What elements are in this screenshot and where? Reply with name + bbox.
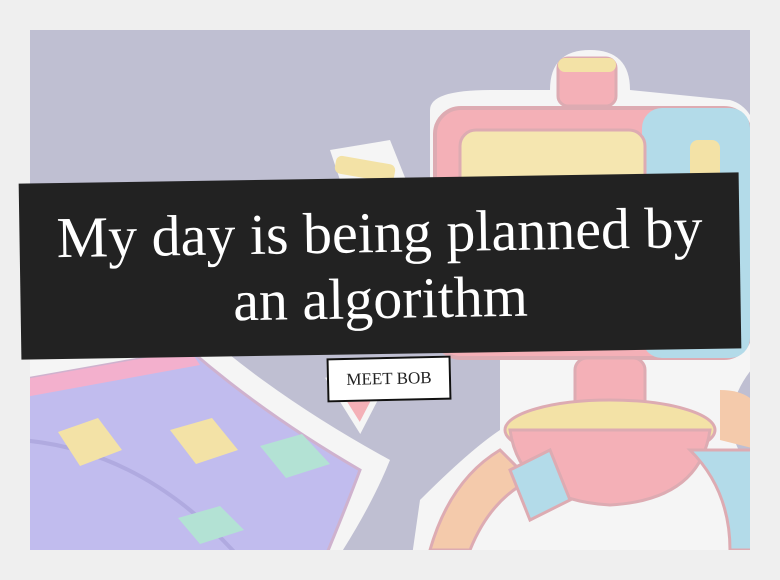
page-title: My day is being planned by an algorithm bbox=[56, 194, 703, 334]
headline-banner: My day is being planned by an algorithm bbox=[18, 172, 742, 360]
meet-bob-button[interactable]: MEET BOB bbox=[326, 355, 452, 403]
